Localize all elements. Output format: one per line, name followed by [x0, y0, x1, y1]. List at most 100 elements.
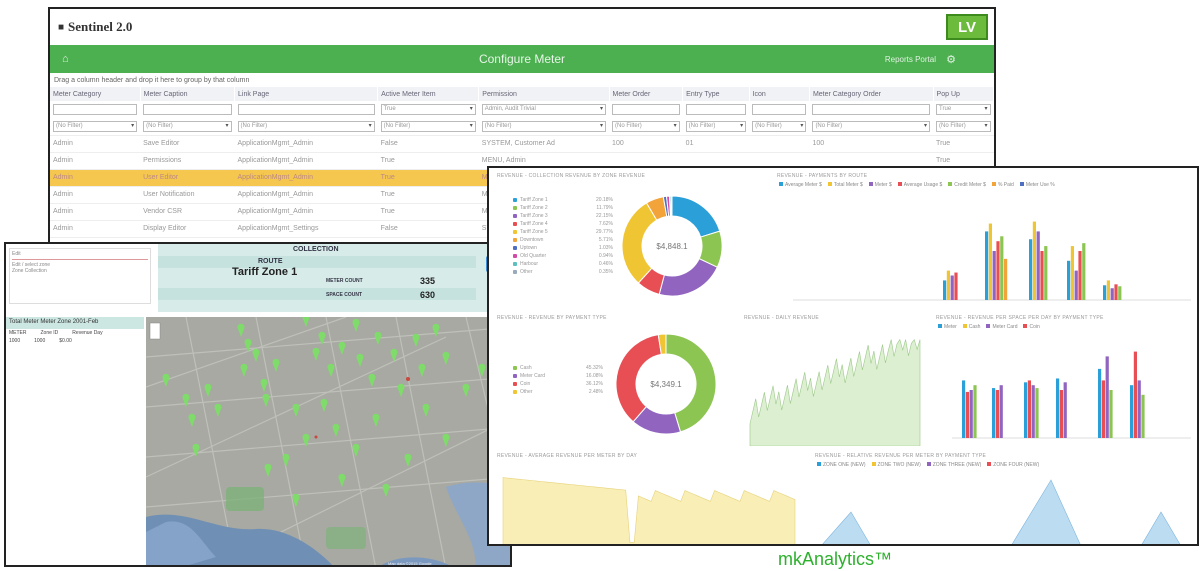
user-menu[interactable]: Reports Portal	[885, 55, 936, 64]
legend-item[interactable]: Coin 36.12%	[513, 380, 603, 388]
bar[interactable]	[1040, 251, 1044, 300]
bar[interactable]	[1035, 388, 1039, 438]
map-canvas[interactable]: Map data ©2015 Google	[146, 317, 512, 567]
legend-item[interactable]: Meter $	[868, 182, 892, 188]
bar[interactable]	[1070, 246, 1074, 300]
area-series[interactable]	[1011, 479, 1081, 546]
filter-select[interactable]: (No Filter)	[237, 120, 375, 132]
avg-revenue-area-chart[interactable]	[493, 464, 805, 546]
legend-item[interactable]: ZONE TWO (NEW)	[871, 462, 921, 468]
filter-select[interactable]: (No Filter)	[685, 120, 747, 132]
bar[interactable]	[1082, 243, 1086, 300]
area-series[interactable]	[821, 511, 871, 546]
legend-item[interactable]: Other 2.48%	[513, 388, 603, 396]
home-icon[interactable]: ⌂	[62, 53, 69, 65]
legend-item[interactable]: Average Usage $	[897, 182, 942, 188]
payments-bar-chart[interactable]	[773, 194, 1197, 308]
bar[interactable]	[1118, 286, 1122, 300]
legend-item[interactable]: Meter Use %	[1019, 182, 1055, 188]
bar[interactable]	[992, 388, 996, 438]
bar[interactable]	[1032, 221, 1036, 300]
bar[interactable]	[999, 385, 1003, 438]
legend-item[interactable]: Meter Card 16.08%	[513, 372, 603, 380]
legend-item[interactable]: Cash 45.32%	[513, 364, 603, 372]
legend-item[interactable]: Uptown 1.03%	[513, 244, 613, 252]
bar[interactable]	[1029, 239, 1033, 300]
bar[interactable]	[1036, 231, 1040, 300]
legend-item[interactable]: Old Quarter 0.94%	[513, 252, 613, 260]
filter-input[interactable]: Admin, Audit Trivial	[481, 104, 607, 115]
bar[interactable]	[1044, 246, 1048, 300]
legend-item[interactable]: Tariff Zone 3 22.15%	[513, 212, 613, 220]
column-header[interactable]: Meter Category	[50, 87, 141, 101]
legend-item[interactable]: Tariff Zone 1 20.18%	[513, 196, 613, 204]
area-series[interactable]	[749, 338, 921, 446]
filter-input[interactable]	[685, 104, 747, 115]
column-header[interactable]: Entry Type	[682, 87, 750, 101]
donut-slice[interactable]	[658, 258, 718, 297]
zone-summary-row[interactable]: 1000 1000 $0.00	[6, 337, 144, 345]
column-header[interactable]: Active Meter Item	[377, 87, 480, 101]
bar[interactable]	[1031, 385, 1035, 438]
bar[interactable]	[962, 380, 966, 438]
column-header[interactable]: Meter Caption	[140, 87, 236, 101]
bar[interactable]	[950, 275, 954, 301]
bar[interactable]	[969, 390, 973, 438]
bar[interactable]	[1101, 380, 1105, 438]
filter-input[interactable]	[812, 104, 931, 115]
legend-item[interactable]: Harbour 0.46%	[513, 260, 613, 268]
bar[interactable]	[1074, 270, 1078, 300]
bar[interactable]	[965, 391, 969, 438]
legend-item[interactable]: Tariff Zone 2 11.79%	[513, 204, 613, 212]
bar[interactable]	[996, 241, 1000, 300]
filter-select[interactable]: (No Filter)	[143, 120, 232, 132]
legend-item[interactable]: Other 0.35%	[513, 268, 613, 276]
bar[interactable]	[1000, 236, 1004, 300]
bar[interactable]	[954, 272, 958, 300]
route-map[interactable]: Map data ©2015 Google	[146, 317, 512, 567]
bar[interactable]	[1063, 382, 1067, 438]
bar[interactable]	[995, 390, 999, 438]
settings-icon[interactable]: ⚙	[946, 53, 956, 66]
bar[interactable]	[1103, 285, 1107, 300]
bar[interactable]	[1133, 351, 1137, 438]
bar[interactable]	[946, 270, 950, 300]
bar[interactable]	[992, 251, 996, 300]
legend-item[interactable]: Tariff Zone 5 29.77%	[513, 228, 613, 236]
legend-item[interactable]: ZONE THREE (NEW)	[926, 462, 981, 468]
column-header[interactable]: Link Page	[234, 87, 379, 101]
column-header[interactable]: Meter Order	[609, 87, 684, 101]
legend-item[interactable]: Meter Card	[986, 324, 1017, 330]
legend-item[interactable]: Total Meter $	[827, 182, 863, 188]
filter-input[interactable]	[752, 104, 807, 115]
legend-item[interactable]: Coin	[1023, 324, 1040, 330]
zone-donut-chart[interactable]: $4,848.1	[617, 186, 727, 306]
column-header[interactable]: Icon	[749, 87, 810, 101]
legend-item[interactable]: Cash	[962, 324, 980, 330]
legend-item[interactable]: Downtown 5.71%	[513, 236, 613, 244]
bar[interactable]	[985, 231, 989, 300]
bar[interactable]	[1105, 356, 1109, 438]
filter-input[interactable]: True	[380, 104, 476, 115]
legend-item[interactable]: Credit Meter $	[948, 182, 986, 188]
bar[interactable]	[973, 385, 977, 438]
area-series[interactable]	[502, 477, 796, 546]
filter-select[interactable]: (No Filter)	[936, 120, 991, 132]
area-series[interactable]	[1141, 511, 1181, 546]
legend-item[interactable]: Meter	[938, 324, 957, 330]
filter-select[interactable]: (No Filter)	[752, 120, 807, 132]
filter-input[interactable]: True	[936, 104, 991, 115]
bar[interactable]	[1078, 251, 1082, 300]
filter-select[interactable]: (No Filter)	[53, 120, 138, 132]
bar[interactable]	[1059, 390, 1063, 438]
legend-item[interactable]: Tariff Zone 4 7.62%	[513, 220, 613, 228]
donut-slice[interactable]	[615, 334, 662, 423]
table-row[interactable]: Admin Save Editor ApplicationMgmt_Admin Fal…	[50, 135, 994, 153]
bar[interactable]	[1098, 368, 1102, 438]
legend-item[interactable]: Average Meter $	[779, 182, 822, 188]
filter-input[interactable]	[237, 104, 375, 115]
bar[interactable]	[1067, 260, 1071, 300]
column-header[interactable]: Permission	[478, 87, 610, 101]
donut-slice[interactable]	[671, 195, 721, 238]
bar[interactable]	[1027, 380, 1031, 438]
